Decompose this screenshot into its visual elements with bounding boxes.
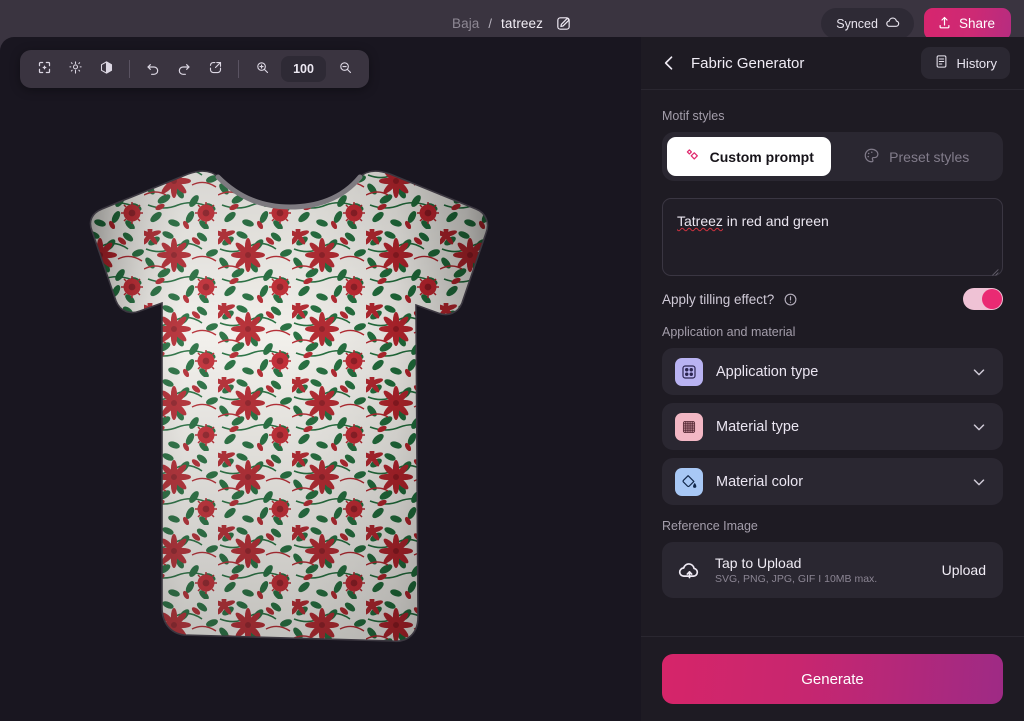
history-button[interactable]: History [920,47,1010,79]
upload-arrow-icon [937,15,952,33]
pencil-square-icon[interactable] [555,15,572,32]
sync-status-label: Synced [836,16,878,31]
fabric-generator-panel: Fabric Generator History Motif styles Cu… [641,37,1024,721]
zoom-level-input[interactable]: 100 [281,56,326,82]
fit-to-screen-button[interactable] [29,55,59,83]
grid-pattern-icon [675,357,703,386]
prompt-input[interactable]: Tatreez in red and green [662,198,1003,276]
dropdown-material-type[interactable]: Material type [662,403,1003,450]
panel-footer: Generate [641,637,1024,721]
chevron-down-icon [970,473,988,491]
cloud-icon [885,14,901,33]
dropdown-application-type-label: Application type [716,363,819,380]
prompt-rest-text: in red and green [722,213,829,229]
prompt-misspelled-word: Tatreez [677,213,723,229]
viewport-canvas[interactable]: 100 [0,37,641,721]
lighting-button[interactable] [60,55,90,83]
dropdown-material-type-label: Material type [716,418,800,435]
prompt-field-wrapper: Tatreez in red and green [662,198,1003,276]
reference-image-upload-card[interactable]: Tap to Upload SVG, PNG, JPG, GIF I 10MB … [662,542,1003,598]
dropdown-material-color[interactable]: Material color [662,458,1003,505]
tab-preset-styles[interactable]: Preset styles [835,137,999,176]
zoom-out-icon [338,60,353,78]
share-button-label: Share [958,16,995,31]
undo-arrow-icon [145,60,161,79]
panel-content: Motif styles Custom prompt Preset styles… [641,90,1024,637]
palette-icon [863,147,880,167]
tab-custom-prompt-label: Custom prompt [709,148,814,165]
panel-title: Fabric Generator [691,54,805,72]
upload-action-link[interactable]: Upload [942,562,986,578]
t-shirt-3d-preview[interactable] [70,155,510,675]
upload-subtitle: SVG, PNG, JPG, GIF I 10MB max. [715,573,878,585]
app-root: Baja / tatreez Synced Share 100 Fabric G… [0,0,1024,721]
upload-text-group: Tap to Upload SVG, PNG, JPG, GIF I 10MB … [715,555,929,585]
breadcrumb-separator: / [488,16,493,31]
export-button[interactable] [200,55,230,83]
toggle-knob [982,289,1002,309]
info-circle-icon[interactable] [783,292,798,307]
zoom-in-icon [255,60,270,78]
generate-button[interactable]: Generate [662,654,1003,704]
document-list-icon [934,54,949,72]
reference-image-label: Reference Image [662,519,758,533]
share-button[interactable]: Share [923,7,1011,40]
zoom-in-button[interactable] [247,55,277,83]
breadcrumb-current[interactable]: tatreez [501,16,543,31]
tilling-effect-toggle[interactable] [963,288,1003,310]
toolbar-divider-1 [129,60,130,78]
tab-preset-styles-label: Preset styles [889,148,970,165]
chevron-left-icon[interactable] [659,53,679,73]
viewer-toolbar: 100 [20,50,369,88]
zoom-out-button[interactable] [330,55,360,83]
fabric-weave-icon [675,412,703,441]
toolbar-divider-2 [238,60,239,78]
shading-button[interactable] [91,55,121,83]
contrast-shading-icon [99,60,114,78]
tilling-effect-label: Apply tilling effect? [662,291,775,307]
application-material-label: Application and material [662,325,796,339]
cloud-upload-icon [677,558,702,583]
fit-to-screen-icon [37,60,52,78]
redo-button[interactable] [169,55,199,83]
tilling-effect-row: Apply tilling effect? [662,288,1003,310]
external-link-icon [208,60,223,78]
history-button-label: History [956,55,997,71]
sync-status-pill[interactable]: Synced [821,8,914,39]
dropdown-application-type[interactable]: Application type [662,348,1003,395]
chevron-down-icon [970,418,988,436]
redo-arrow-icon [176,60,192,79]
motif-styles-label: Motif styles [662,109,725,123]
sparkle-diamonds-icon [684,147,701,167]
lighting-icon [68,60,83,78]
undo-button[interactable] [138,55,168,83]
panel-header: Fabric Generator History [641,37,1024,90]
chevron-down-icon [970,363,988,381]
motif-style-tabs: Custom prompt Preset styles [662,132,1003,181]
dropdown-material-color-label: Material color [716,473,804,490]
paint-bucket-icon [675,467,703,496]
upload-title: Tap to Upload [715,555,802,571]
tab-custom-prompt[interactable]: Custom prompt [667,137,831,176]
breadcrumb-root[interactable]: Baja [452,16,479,31]
